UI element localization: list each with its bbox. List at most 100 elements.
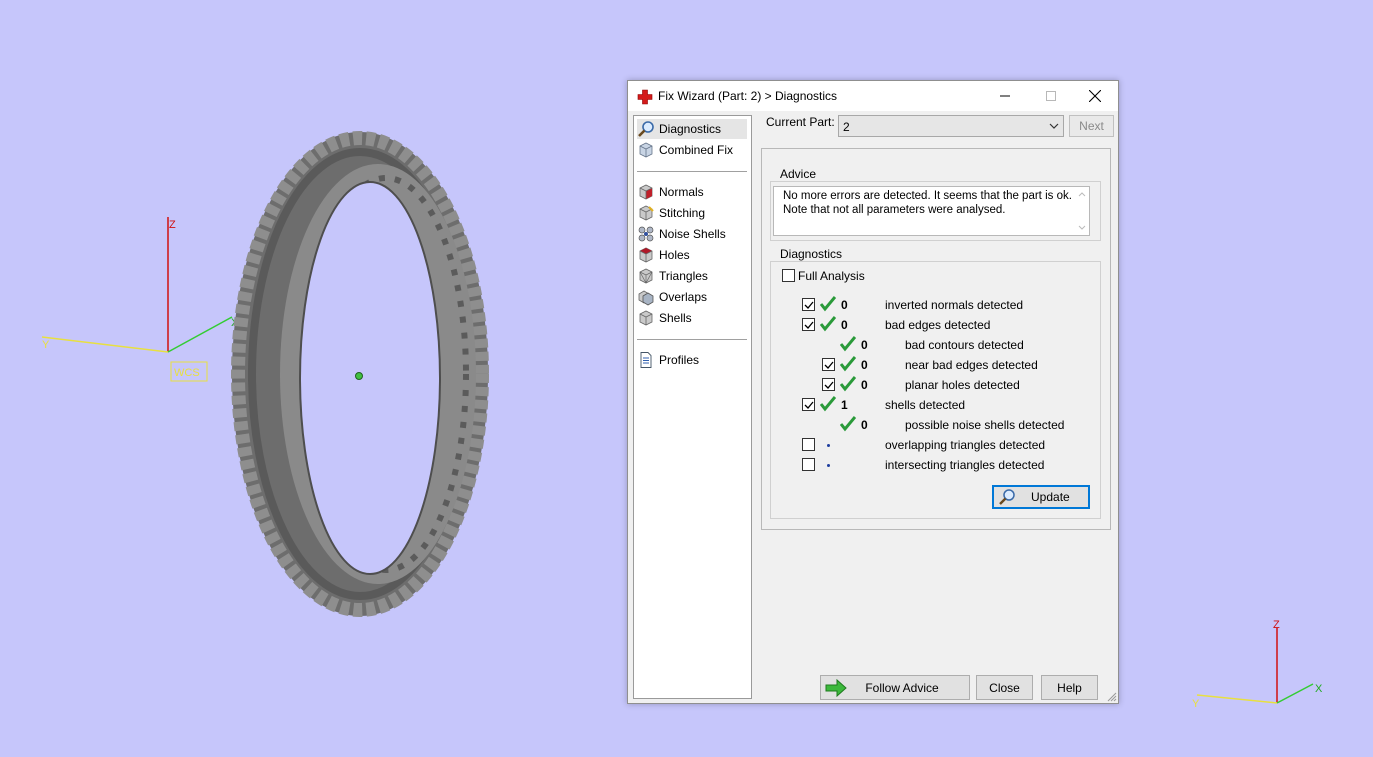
maximize-button[interactable] — [1028, 81, 1074, 111]
advice-textbox[interactable]: No more errors are detected. It seems th… — [773, 186, 1090, 236]
title-bar[interactable]: Fix Wizard (Part: 2) > Diagnostics — [628, 81, 1118, 111]
maximize-icon — [1046, 91, 1056, 101]
nav-separator — [637, 171, 747, 172]
follow-advice-button[interactable]: Follow Advice — [820, 675, 970, 700]
magnifier-icon — [999, 489, 1015, 505]
green-check-icon — [840, 416, 856, 432]
nav-label-combined-fix: Combined Fix — [659, 143, 734, 157]
nav-item-stitching[interactable]: Stitching — [637, 203, 747, 223]
diag-checkbox-intersecting-triangles[interactable] — [802, 458, 815, 471]
nav-label-normals: Normals — [659, 185, 704, 199]
advice-group-title: Advice — [778, 167, 819, 181]
diag-label-shells: shells detected — [885, 398, 966, 412]
window-title: Fix Wizard (Part: 2) > Diagnostics — [658, 89, 838, 103]
green-check-icon — [840, 336, 856, 352]
nav-label-holes: Holes — [659, 248, 690, 262]
nav-item-shells[interactable]: Shells — [637, 308, 747, 328]
minimize-button[interactable] — [982, 81, 1028, 111]
checkmark-icon — [824, 361, 834, 369]
checkmark-icon — [804, 321, 814, 329]
status-unknown-dot — [827, 464, 830, 467]
nav-label-overlaps: Overlaps — [659, 290, 708, 304]
diag-checkbox-near-bad-edges[interactable] — [822, 358, 835, 371]
advice-line-1: No more errors are detected. It seems th… — [783, 190, 1072, 202]
diag-checkbox-inverted-normals[interactable] — [802, 298, 815, 311]
corner-axis-y-label: Y — [1192, 698, 1200, 710]
nav-label-shells: Shells — [659, 311, 692, 325]
nav-label-diagnostics: Diagnostics — [659, 122, 722, 136]
diag-label-bad-edges: bad edges detected — [885, 318, 991, 332]
help-button[interactable]: Help — [1041, 675, 1098, 700]
green-check-icon — [820, 396, 836, 412]
nav-item-noise-shells[interactable]: Noise Shells — [637, 224, 747, 244]
close-icon — [1089, 90, 1101, 102]
nav-item-holes[interactable]: Holes — [637, 245, 747, 265]
nav-item-diagnostics[interactable]: Diagnostics — [637, 119, 747, 139]
noise-shells-icon — [638, 226, 654, 242]
tire-ring-model[interactable] — [231, 131, 489, 617]
close-button[interactable]: Close — [976, 675, 1033, 700]
current-part-label: Current Part: — [766, 115, 835, 129]
status-unknown-dot — [827, 444, 830, 447]
green-check-icon — [840, 376, 856, 392]
diag-count-noise-shells: 0 — [861, 418, 868, 432]
current-part-select[interactable]: 2 — [838, 115, 1064, 137]
advice-text: No more errors are detected. It seems th… — [783, 190, 1072, 217]
diag-label-near-bad-edges: near bad edges detected — [905, 358, 1038, 372]
full-analysis-checkbox[interactable] — [782, 269, 795, 282]
resize-grip-icon[interactable] — [1107, 692, 1117, 702]
main-axes-gizmo: Z Y X WCS — [41, 217, 239, 382]
diag-label-inverted-normals: inverted normals detected — [885, 298, 1024, 312]
nav-item-profiles[interactable]: Profiles — [637, 350, 747, 370]
nav-item-normals[interactable]: Normals — [637, 182, 747, 202]
diag-count-near-bad-edges: 0 — [861, 358, 868, 372]
diag-count-shells: 1 — [841, 398, 848, 412]
nav-item-combined-fix[interactable]: Combined Fix — [637, 140, 747, 160]
diag-label-noise-shells: possible noise shells detected — [905, 418, 1065, 432]
cube-icon — [639, 142, 653, 158]
nav-label-noise-shells: Noise Shells — [659, 227, 726, 241]
wcs-label: WCS — [174, 367, 200, 379]
green-check-icon — [840, 356, 856, 372]
checkmark-icon — [804, 301, 814, 309]
update-button[interactable]: Update — [992, 485, 1090, 509]
diag-checkbox-bad-edges[interactable] — [802, 318, 815, 331]
overlaps-cube-icon — [638, 290, 654, 306]
current-part-value: 2 — [843, 120, 850, 134]
document-icon — [640, 352, 652, 368]
main-axis-y-label: Y — [42, 339, 50, 351]
main-axis-z-label: Z — [169, 219, 176, 231]
holes-cube-icon — [639, 247, 653, 263]
corner-axis-x-label: X — [1315, 683, 1323, 695]
red-cross-icon — [637, 89, 653, 105]
wizard-nav-panel: Diagnostics Combined Fix Normals Stitchi… — [633, 115, 752, 699]
green-arrow-icon — [825, 679, 847, 697]
close-window-button[interactable] — [1072, 81, 1118, 111]
checkmark-icon — [804, 401, 814, 409]
diag-checkbox-planar-holes[interactable] — [822, 378, 835, 391]
advice-scrollbar[interactable] — [1075, 187, 1089, 235]
update-button-label: Update — [1031, 490, 1070, 504]
diag-checkbox-shells[interactable] — [802, 398, 815, 411]
nav-item-triangles[interactable]: Triangles — [637, 266, 747, 286]
green-check-icon — [820, 316, 836, 332]
diag-count-bad-edges: 0 — [841, 318, 848, 332]
normals-cube-icon — [639, 184, 653, 200]
diagnostics-group-title: Diagnostics — [778, 247, 845, 261]
nav-item-overlaps[interactable]: Overlaps — [637, 287, 747, 307]
nav-separator — [637, 339, 747, 340]
diag-count-planar-holes: 0 — [861, 378, 868, 392]
triangles-cube-icon — [639, 268, 653, 284]
diag-label-intersecting-triangles: intersecting triangles detected — [885, 458, 1045, 472]
full-analysis-label: Full Analysis — [798, 269, 865, 283]
shells-cube-icon — [639, 310, 653, 326]
diag-count-bad-contours: 0 — [861, 338, 868, 352]
diag-checkbox-overlapping-triangles[interactable] — [802, 438, 815, 451]
diag-count-inverted-normals: 0 — [841, 298, 848, 312]
next-button[interactable]: Next — [1069, 115, 1114, 137]
corner-axes-gizmo: Z Y X — [1192, 619, 1323, 710]
diag-label-overlapping-triangles: overlapping triangles detected — [885, 438, 1046, 452]
green-check-icon — [820, 296, 836, 312]
chevron-down-icon — [1049, 123, 1059, 129]
diag-label-bad-contours: bad contours detected — [905, 338, 1024, 352]
